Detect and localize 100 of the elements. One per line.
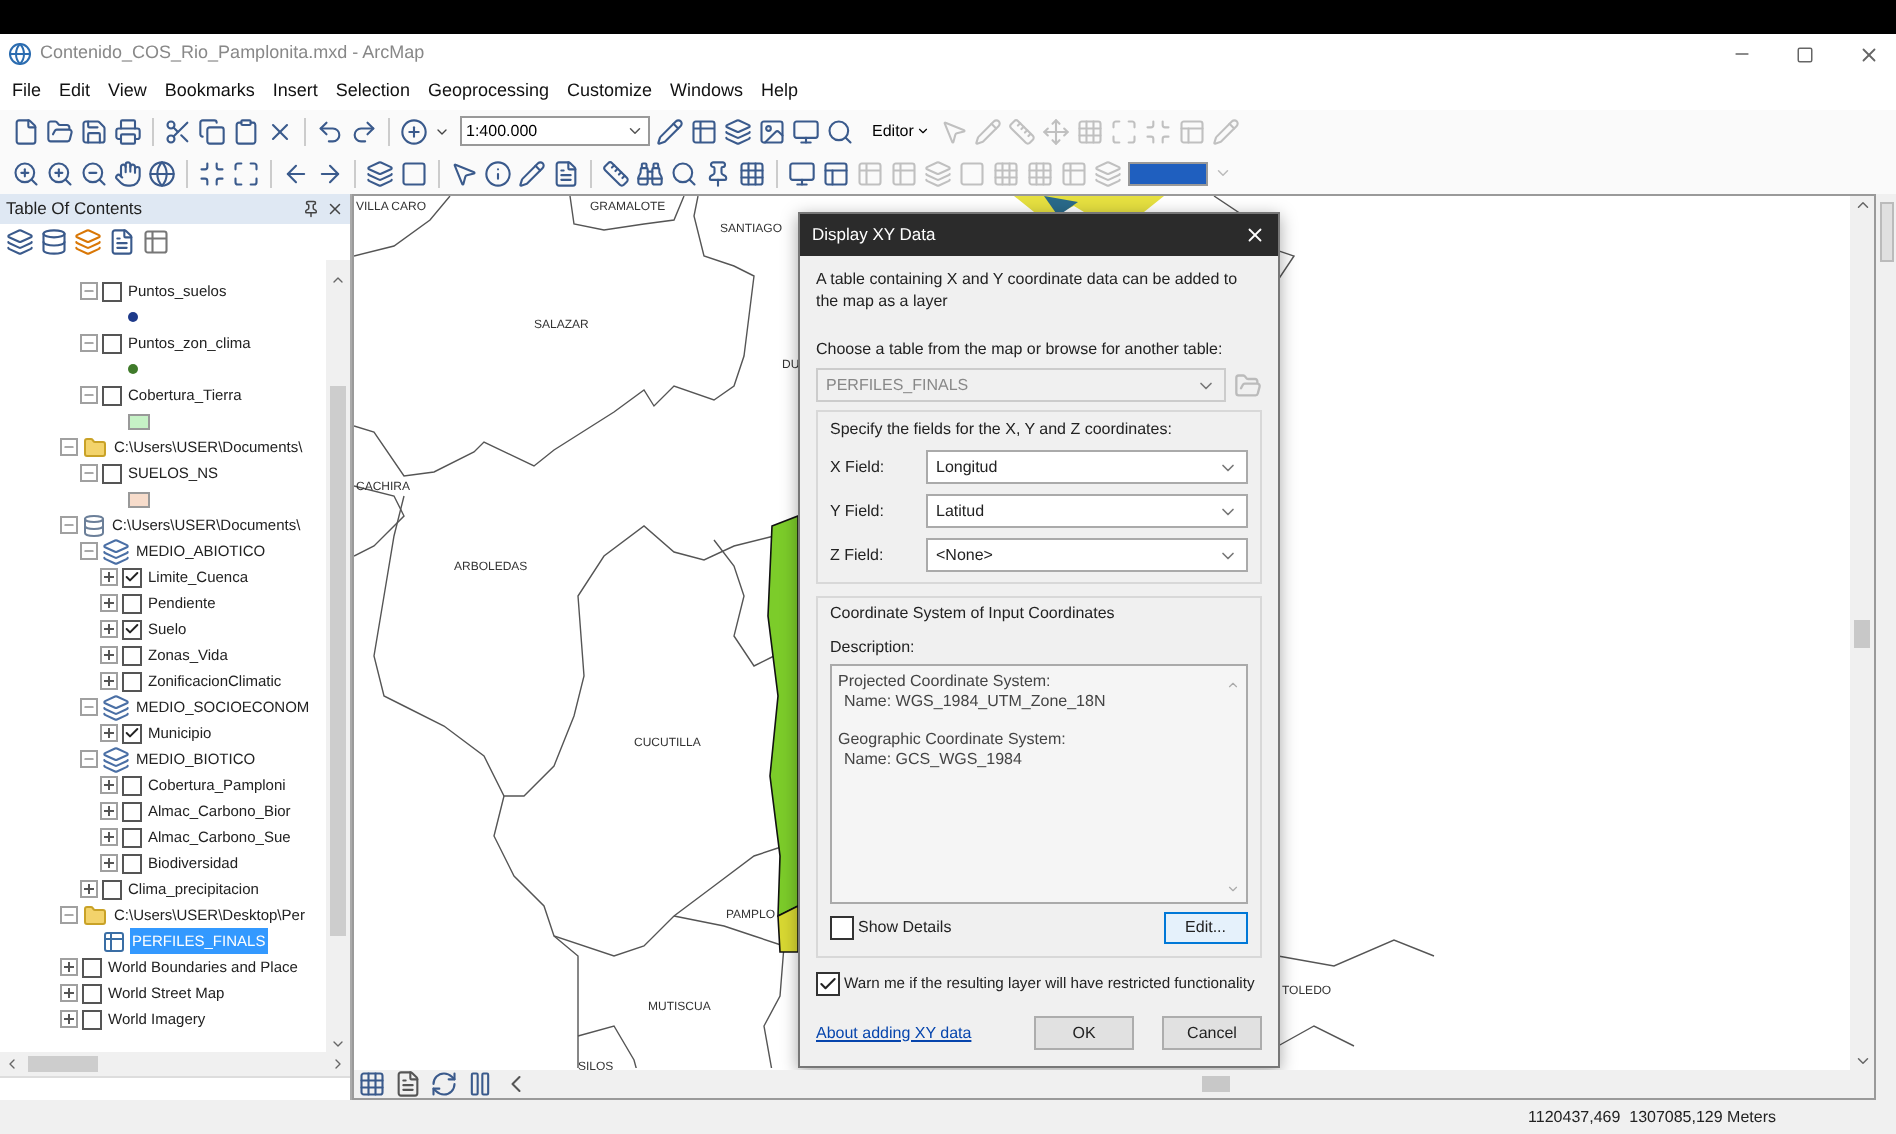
collapse-icon[interactable] — [80, 750, 98, 768]
scroll-down-icon[interactable] — [330, 1036, 346, 1052]
collapse-icon[interactable] — [80, 698, 98, 716]
edit-button[interactable]: Edit... — [1163, 912, 1248, 944]
binoculars-icon[interactable] — [636, 159, 664, 187]
scroll-up-icon[interactable] — [1853, 196, 1871, 214]
layer-checkbox[interactable] — [122, 645, 142, 665]
collapse-icon[interactable] — [80, 334, 98, 352]
field-dropdown[interactable]: <None> — [926, 538, 1248, 572]
clipboard-icon[interactable] — [232, 117, 260, 145]
expand-icon[interactable] — [100, 776, 118, 794]
expand-icon[interactable] — [60, 958, 78, 976]
layer-checkbox[interactable] — [122, 775, 142, 795]
scale-dropdown[interactable]: 1:400.000 — [460, 116, 650, 146]
layer-checkbox[interactable] — [102, 281, 122, 301]
document-icon[interactable] — [552, 159, 580, 187]
collapse-icon[interactable] — [60, 438, 78, 456]
menu-item[interactable]: Bookmarks — [164, 78, 255, 106]
forward-arrow-icon[interactable] — [316, 159, 344, 187]
menu-item[interactable]: Help — [761, 78, 799, 106]
scroll-up-icon[interactable] — [330, 272, 346, 288]
expand-icon[interactable] — [100, 672, 118, 690]
undo-icon[interactable] — [316, 117, 344, 145]
collapse-icon[interactable] — [60, 516, 78, 534]
expand-icon[interactable] — [80, 880, 98, 898]
menu-item[interactable]: Insert — [272, 78, 318, 106]
expand-icon[interactable] — [60, 984, 78, 1002]
layer-checkbox[interactable] — [122, 853, 142, 873]
cancel-button[interactable]: Cancel — [1162, 1016, 1262, 1050]
layers-icon[interactable] — [366, 159, 394, 187]
menu-item[interactable]: View — [108, 78, 147, 106]
info-icon[interactable] — [484, 159, 512, 187]
field-dropdown[interactable]: Longitud — [926, 450, 1248, 484]
scrollbar-thumb[interactable] — [1854, 619, 1870, 647]
scrollbar-thumb[interactable] — [330, 385, 346, 935]
layer-checkbox[interactable] — [102, 879, 122, 899]
grid-icon[interactable] — [738, 159, 766, 187]
pin-icon[interactable] — [704, 159, 732, 187]
vertical-scrollbar[interactable] — [1850, 196, 1874, 1070]
refresh-icon[interactable] — [430, 1070, 458, 1098]
menu-item[interactable]: Edit — [59, 78, 91, 106]
window-icon[interactable] — [792, 117, 820, 145]
monitor-icon[interactable] — [788, 159, 816, 187]
layer-checkbox[interactable] — [82, 1009, 102, 1029]
data-view-icon[interactable] — [358, 1070, 386, 1098]
collapse-icon[interactable] — [80, 386, 98, 404]
ok-button[interactable]: OK — [1034, 1016, 1134, 1050]
layer-checkbox[interactable] — [122, 619, 142, 639]
pan-hand-icon[interactable] — [114, 159, 142, 187]
field-dropdown[interactable]: Latitud — [926, 494, 1248, 528]
table-icon[interactable] — [690, 117, 718, 145]
help-link[interactable]: About adding XY data — [816, 1021, 972, 1045]
pause-icon[interactable] — [466, 1070, 494, 1098]
zoom-in-icon[interactable] — [46, 159, 74, 187]
layer-checkbox[interactable] — [102, 333, 122, 353]
scissors-icon[interactable] — [164, 117, 192, 145]
square-icon[interactable] — [400, 159, 428, 187]
collapse-icon[interactable] — [60, 906, 78, 924]
expand-icon[interactable] — [100, 724, 118, 742]
collapse-icon[interactable] — [80, 282, 98, 300]
pin-icon[interactable] — [302, 200, 320, 218]
layer-checkbox[interactable] — [122, 593, 142, 613]
collapse-icon[interactable] — [80, 542, 98, 560]
close-icon[interactable] — [1244, 224, 1266, 246]
expand-icon[interactable] — [100, 646, 118, 664]
expand-icon[interactable] — [100, 828, 118, 846]
layer-checkbox[interactable] — [102, 463, 122, 483]
expand-icon[interactable] — [100, 594, 118, 612]
zoom-in-icon[interactable] — [12, 159, 40, 187]
search-icon[interactable] — [670, 159, 698, 187]
expand-icon[interactable] — [100, 854, 118, 872]
dropdown-caret-icon[interactable] — [626, 122, 644, 140]
layer-checkbox[interactable] — [82, 983, 102, 1003]
image-icon[interactable] — [758, 117, 786, 145]
scroll-left-icon[interactable] — [4, 1056, 20, 1072]
menu-item[interactable]: Customize — [567, 78, 653, 106]
scrollbar-thumb[interactable] — [1202, 1076, 1230, 1092]
layout-view-icon[interactable] — [394, 1070, 422, 1098]
menu-item[interactable]: Windows — [670, 78, 744, 106]
menu-item[interactable]: Selection — [335, 78, 410, 106]
pointer-icon[interactable] — [450, 159, 478, 187]
copy-icon[interactable] — [198, 117, 226, 145]
pencil-icon[interactable] — [518, 159, 546, 187]
toc-horizontal-scrollbar[interactable] — [0, 1052, 350, 1076]
layer-checkbox[interactable] — [122, 567, 142, 587]
collapse-icon[interactable] — [80, 464, 98, 482]
redo-icon[interactable] — [350, 117, 378, 145]
globe-icon[interactable] — [148, 159, 176, 187]
toc-vertical-scrollbar[interactable] — [326, 260, 350, 1052]
close-icon[interactable] — [326, 200, 344, 218]
expand-icon[interactable] — [100, 620, 118, 638]
scrollbar-thumb[interactable] — [28, 1056, 98, 1072]
menu-item[interactable]: Geoprocessing — [427, 78, 549, 106]
open-folder-icon[interactable] — [46, 117, 74, 145]
printer-icon[interactable] — [114, 117, 142, 145]
new-document-icon[interactable] — [12, 117, 40, 145]
back-arrow-icon[interactable] — [282, 159, 310, 187]
ruler-icon[interactable] — [602, 159, 630, 187]
layers-icon[interactable] — [724, 117, 752, 145]
save-icon[interactable] — [80, 117, 108, 145]
